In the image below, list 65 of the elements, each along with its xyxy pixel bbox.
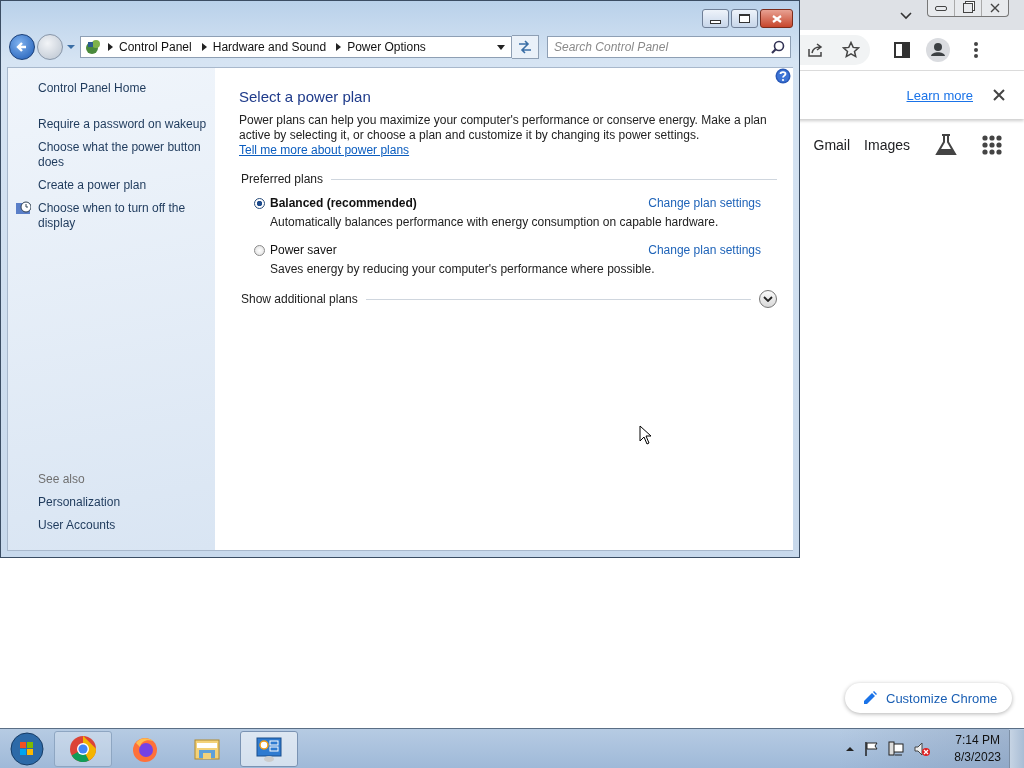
speaker-muted-icon[interactable]: [914, 740, 931, 757]
search-icon[interactable]: [771, 40, 785, 54]
sidebar-link[interactable]: Control Panel Home: [38, 81, 215, 96]
refresh-button[interactable]: [512, 35, 539, 59]
history-dropdown-icon[interactable]: [66, 44, 76, 50]
breadcrumb-item[interactable]: Hardware and Sound: [212, 40, 327, 54]
header-link[interactable]: Gmail: [813, 137, 851, 153]
control-panel-icon: [84, 38, 102, 56]
sidebar-link[interactable]: Choose when to turn off the display: [38, 201, 213, 231]
show-hidden-icons-icon[interactable]: [846, 745, 855, 752]
address-bar[interactable]: Control Panel Hardware and Sound Power Options: [80, 36, 512, 58]
customize-chrome-button[interactable]: Customize Chrome: [845, 683, 1013, 713]
plan-description: Saves energy by reducing your computer's performance where possible.: [270, 262, 656, 277]
sidebar-link[interactable]: Require a password on wakeup: [38, 117, 213, 132]
section-heading: See also: [38, 472, 86, 486]
radio-button[interactable]: [254, 198, 265, 209]
pencil-icon: [862, 690, 878, 706]
breadcrumb-arrow-icon[interactable]: [336, 43, 342, 51]
mouse-pointer-icon: [639, 425, 652, 445]
close-icon[interactable]: [993, 89, 1005, 101]
page-title: Select a power plan: [239, 88, 372, 105]
sidebar-link[interactable]: Choose what the power button does: [38, 140, 213, 170]
menu-icon[interactable]: [974, 42, 978, 58]
expand-button[interactable]: [759, 290, 777, 308]
apps-grid-icon[interactable]: [982, 135, 1002, 155]
breadcrumb-arrow-icon[interactable]: [108, 43, 113, 51]
chevron-down-icon[interactable]: [763, 296, 773, 302]
plan-name: Balanced (recommended): [270, 196, 417, 211]
help-icon[interactable]: [775, 68, 791, 84]
sidebar-link[interactable]: User Accounts: [38, 518, 215, 533]
breadcrumb-arrow-icon[interactable]: [201, 43, 207, 51]
plan-description: Automatically balances performance with energy consumption on capable hardware.: [270, 215, 720, 230]
avatar-icon[interactable]: [926, 38, 950, 62]
header-link[interactable]: Images: [864, 137, 910, 153]
dropdown-arrow-icon[interactable]: [497, 44, 505, 50]
side-panel-icon[interactable]: [894, 42, 910, 58]
close-button[interactable]: [760, 9, 793, 28]
sidebar-link[interactable]: Create a power plan: [38, 178, 213, 193]
star-icon[interactable]: [842, 41, 860, 59]
control-panel-icon: [255, 734, 283, 763]
taskbar-button[interactable]: [240, 730, 298, 767]
expander-label[interactable]: Show additional plans: [241, 292, 358, 306]
flag-icon[interactable]: [864, 740, 879, 757]
sidebar-link[interactable]: Personalization: [38, 495, 215, 510]
flask-icon[interactable]: [934, 133, 958, 157]
network-icon[interactable]: [888, 740, 905, 757]
change-plan-settings-link[interactable]: Change plan settings: [648, 196, 761, 211]
browser-icon: [69, 734, 97, 763]
refresh-icon[interactable]: [516, 38, 534, 56]
minimize-button[interactable]: [702, 9, 729, 28]
search-field[interactable]: Search Control Panel: [547, 36, 791, 58]
learn-more-link[interactable]: Learn more: [906, 87, 973, 103]
breadcrumb-item[interactable]: Power Options: [347, 40, 426, 54]
intro-text: Power plans can help you maximize your computer's performance or conserve energy. Make a plan active by selecting it, or choose a plan and customize it by changing its power settings. Tell me more about power plans: [239, 113, 768, 158]
section-heading: Preferred plans: [241, 172, 324, 186]
maximize-button[interactable]: [731, 9, 758, 28]
taskbar-button[interactable]: [54, 730, 112, 767]
breadcrumb-item[interactable]: Control Panel: [119, 40, 192, 54]
change-plan-settings-link[interactable]: Change plan settings: [648, 243, 761, 258]
chevron-down-icon[interactable]: [900, 12, 912, 20]
help-link[interactable]: Tell me more about power plans: [239, 143, 410, 157]
plan-name: Power saver: [270, 243, 337, 258]
close-icon[interactable]: [989, 2, 1001, 14]
radio-button[interactable]: [254, 245, 265, 256]
share-icon[interactable]: [806, 41, 824, 59]
